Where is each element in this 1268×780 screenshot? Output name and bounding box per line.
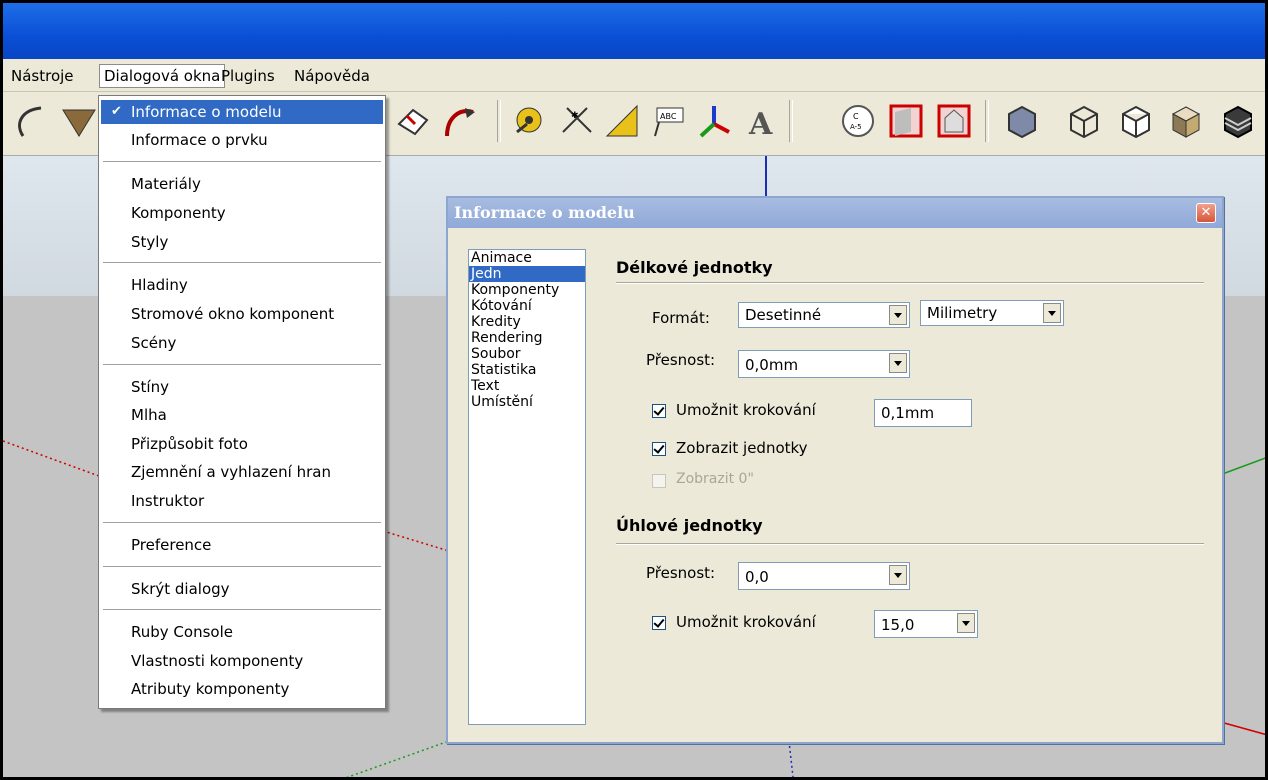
section-plane-icon[interactable]: C A-5 — [839, 102, 877, 140]
format-select[interactable]: Desetinné — [738, 302, 910, 328]
section-divider — [616, 282, 1204, 284]
axes-icon[interactable] — [695, 102, 733, 140]
show-units-label: Zobrazit jednotky — [676, 439, 808, 457]
category-item[interactable]: Soubor — [469, 346, 585, 362]
menu-item-model-info[interactable]: ✔ Informace o modelu — [101, 100, 383, 124]
section-display-icon[interactable] — [887, 102, 925, 140]
menu-plugins[interactable]: Plugins — [217, 65, 279, 87]
angle-units-heading: Úhlové jednotky — [616, 516, 763, 535]
xray-icon[interactable] — [1003, 102, 1041, 140]
menu-item-scenes[interactable]: Scény — [101, 331, 383, 355]
menu-separator — [103, 566, 381, 567]
chevron-down-icon[interactable] — [889, 305, 907, 325]
menu-item-components[interactable]: Komponenty — [101, 201, 383, 225]
toolbar-separator — [789, 100, 793, 142]
precision-label: Přesnost: — [646, 351, 716, 369]
menu-item-outliner[interactable]: Stromové okno komponent — [101, 302, 383, 326]
menu-separator — [103, 161, 381, 162]
3d-text-icon[interactable]: A — [743, 102, 781, 140]
menu-item-entity-info[interactable]: Informace o prvku — [101, 128, 383, 152]
svg-text:A-5: A-5 — [850, 123, 862, 131]
arc-icon[interactable] — [11, 102, 49, 140]
title-bar — [3, 3, 1265, 59]
protractor-icon[interactable] — [603, 102, 641, 140]
toolbar-separator — [497, 100, 501, 142]
menu-separator — [103, 522, 381, 523]
svg-text:ABC: ABC — [660, 112, 677, 121]
chevron-down-icon[interactable] — [889, 565, 907, 585]
chevron-down-icon[interactable] — [957, 613, 975, 633]
svg-text:A: A — [748, 107, 773, 140]
svg-text:✱: ✱ — [571, 111, 579, 121]
category-item[interactable]: Kredity — [469, 314, 585, 330]
section-divider — [616, 543, 1204, 545]
angle-precision-select[interactable]: 0,0 — [738, 562, 910, 590]
length-snap-label: Umožnit krokování — [676, 401, 816, 419]
menu-separator — [103, 262, 381, 263]
angle-snap-checkbox[interactable] — [652, 616, 666, 630]
follow-me-icon[interactable] — [439, 102, 477, 140]
menu-item-soften-edges[interactable]: Zjemnění a vyhlazení hran — [101, 460, 383, 484]
menu-item-layers[interactable]: Hladiny — [101, 273, 383, 297]
menu-dialogova-okna[interactable]: Dialogová okna — [99, 64, 226, 88]
menu-separator — [103, 609, 381, 610]
sketchup-window: Nástroje Dialogová okna Plugins Nápověda… — [0, 0, 1268, 780]
menu-item-match-photo[interactable]: Přizpůsobit foto — [101, 432, 383, 456]
angle-snap-select[interactable]: 15,0 — [874, 610, 978, 638]
menu-separator — [103, 364, 381, 365]
length-units-heading: Délkové jednotky — [616, 258, 773, 277]
paint-bucket-icon[interactable] — [59, 102, 99, 140]
close-icon[interactable]: ✕ — [1196, 203, 1216, 223]
category-item-selected[interactable]: Jedn — [469, 266, 585, 282]
section-cut-icon[interactable] — [935, 102, 973, 140]
shaded-icon[interactable] — [1167, 102, 1205, 140]
category-item[interactable]: Rendering — [469, 330, 585, 346]
menu-item-component-options[interactable]: Vlastnosti komponenty — [101, 649, 383, 673]
show-units-checkbox[interactable] — [652, 442, 666, 456]
menu-item-shadows[interactable]: Stíny — [101, 375, 383, 399]
menu-item-hide-dialogs[interactable]: Skrýt dialogy — [101, 577, 383, 601]
svg-text:C: C — [853, 112, 859, 121]
text-icon[interactable]: ABC — [649, 102, 687, 140]
category-item[interactable]: Umístění — [469, 394, 585, 410]
chevron-down-icon[interactable] — [1043, 303, 1061, 323]
show-zero-label: Zobrazit 0" — [676, 471, 754, 487]
category-item[interactable]: Statistika — [469, 362, 585, 378]
category-item[interactable]: Kótování — [469, 298, 585, 314]
category-item[interactable]: Text — [469, 378, 585, 394]
show-zero-checkbox[interactable] — [652, 474, 666, 488]
menu-item-styles[interactable]: Styly — [101, 230, 383, 254]
model-info-dialog: Informace o modelu ✕ Animace Jedn Kompon… — [446, 196, 1224, 744]
tape-measure-icon[interactable] — [509, 102, 547, 140]
toolbar-separator — [985, 100, 989, 142]
menu-item-preferences[interactable]: Preference — [101, 533, 383, 557]
menu-item-fog[interactable]: Mlha — [101, 403, 383, 427]
menu-item-instructor[interactable]: Instruktor — [101, 489, 383, 513]
wireframe-icon[interactable] — [1065, 102, 1103, 140]
format-label: Formát: — [652, 309, 710, 327]
length-snap-input[interactable]: 0,1mm — [874, 399, 972, 427]
menu-nastroje[interactable]: Nástroje — [7, 65, 78, 87]
shaded-textures-icon[interactable] — [1219, 102, 1257, 140]
dialogs-dropdown-menu: ✔ Informace o modelu Informace o prvku Ma… — [98, 95, 386, 709]
length-precision-select[interactable]: 0,0mm — [738, 350, 910, 378]
menu-item-ruby-console[interactable]: Ruby Console — [101, 620, 383, 644]
unit-select[interactable]: Milimetry — [920, 300, 1064, 326]
checkmark-icon: ✔ — [111, 104, 122, 119]
menu-bar: Nástroje Dialogová okna Plugins Nápověda — [3, 59, 1265, 92]
rotated-rectangle-icon[interactable] — [393, 102, 431, 140]
angle-snap-label: Umožnit krokování — [676, 613, 816, 631]
menu-item-component-attributes[interactable]: Atributy komponenty — [101, 677, 383, 701]
category-list: Animace Jedn Komponenty Kótování Kredity… — [468, 249, 586, 725]
menu-napoveda[interactable]: Nápověda — [290, 65, 374, 87]
length-snap-checkbox[interactable] — [652, 404, 666, 418]
category-item[interactable]: Animace — [469, 250, 585, 266]
chevron-down-icon[interactable] — [889, 353, 907, 373]
hidden-line-icon[interactable] — [1117, 102, 1155, 140]
menu-item-materials[interactable]: Materiály — [101, 172, 383, 196]
dialog-title[interactable]: Informace o modelu — [448, 198, 1222, 228]
category-item[interactable]: Komponenty — [469, 282, 585, 298]
dimension-icon[interactable]: ✱ — [557, 102, 595, 140]
angle-precision-label: Přesnost: — [646, 564, 716, 582]
